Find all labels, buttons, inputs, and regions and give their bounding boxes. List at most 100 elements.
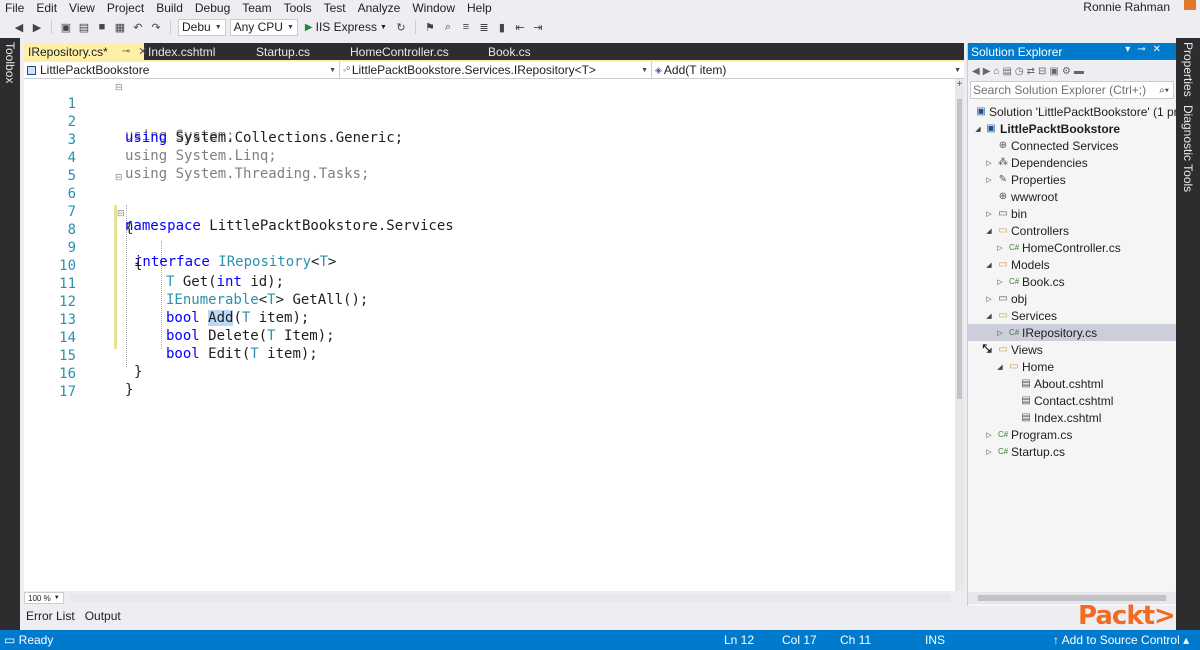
tab-output[interactable]: Output (83, 608, 123, 624)
tree-node-wwwroot[interactable]: ⊕ wwwroot (968, 188, 1176, 205)
new-project-icon[interactable]: ▣ (59, 20, 73, 34)
tab-startup[interactable]: Startup.cs (248, 43, 344, 60)
menu-tools[interactable]: Tools (278, 1, 318, 15)
pin-icon[interactable]: ⊸ (1137, 44, 1152, 55)
code-line-15[interactable]: 15 } (24, 332, 955, 380)
code-line-10[interactable]: 10 T Get(int id); (24, 242, 955, 290)
uncomment-icon[interactable]: ≣ (477, 20, 491, 34)
project-dropdown[interactable]: LittlePacktBookstore ▼ (24, 62, 340, 78)
browser-link-icon[interactable]: ⚑ (423, 20, 437, 34)
open-file-icon[interactable]: ▤ (77, 20, 91, 34)
solution-explorer-search[interactable]: Search Solution Explorer (Ctrl+;) ⌕▾ (970, 81, 1174, 99)
platform-select[interactable]: Any CPU ▼ (229, 18, 298, 36)
find-icon[interactable]: ⌕ (441, 20, 455, 34)
tree-node-solution[interactable]: ▣ Solution 'LittlePacktBookstore' (1 pr (968, 103, 1176, 120)
tree-node-controllers[interactable]: ◢ ▭ Controllers (968, 222, 1176, 239)
tree-node-bin[interactable]: ▷ ▭ bin (968, 205, 1176, 222)
tree-node-obj[interactable]: ▷ ▭ obj (968, 290, 1176, 307)
menu-test[interactable]: Test (318, 1, 352, 15)
expanded-arrow-icon[interactable]: ◢ (985, 227, 993, 235)
code-line-9[interactable]: 9 { (24, 224, 955, 272)
undo-icon[interactable]: ↶ (131, 20, 145, 34)
collapse-icon[interactable]: ⊟ (117, 209, 125, 219)
menu-team[interactable]: Team (236, 1, 277, 15)
save-icon[interactable]: ■ (95, 20, 109, 34)
code-line-8[interactable]: 8 ⊟ interface IRepository<T> (24, 206, 955, 270)
code-line-11[interactable]: 11 IEnumerable<T> GetAll(); (24, 260, 955, 308)
code-line-17[interactable]: 17 (24, 368, 955, 400)
menu-help[interactable]: Help (461, 1, 498, 15)
tree-node-project[interactable]: ◢ ▣ LittlePacktBookstore (968, 120, 1176, 137)
redo-icon[interactable]: ↷ (149, 20, 163, 34)
tree-node-index[interactable]: ▤ Index.cshtml (968, 409, 1176, 426)
toolbox-tab[interactable]: Toolbox (3, 42, 17, 83)
back-icon[interactable]: ◀ (12, 20, 26, 34)
tree-node-about[interactable]: ▤ About.cshtml (968, 375, 1176, 392)
tree-node-dependencies[interactable]: ▷ ⁂ Dependencies (968, 154, 1176, 171)
code-line-7[interactable]: 7 { (24, 188, 955, 236)
collapsed-arrow-icon[interactable]: ▷ (996, 278, 1004, 286)
expanded-arrow-icon[interactable]: ◢ (974, 125, 982, 133)
bookmark-next-icon[interactable]: ⇥ (531, 20, 545, 34)
collapse-icon[interactable]: ⊟ (115, 173, 123, 183)
expanded-arrow-icon[interactable]: ◢ (985, 312, 993, 320)
code-line-12[interactable]: 12 bool Add(T item); (24, 278, 955, 326)
menu-view[interactable]: View (63, 1, 101, 15)
collapsed-arrow-icon[interactable]: ▷ (996, 329, 1004, 337)
zoom-select[interactable]: 100 % ▼ (24, 592, 64, 604)
tree-node-properties[interactable]: ▷ ✎ Properties (968, 171, 1176, 188)
show-all-files-icon[interactable]: ▣ (1049, 66, 1058, 77)
tab-homecontroller[interactable]: HomeController.cs (344, 43, 482, 60)
collapse-icon[interactable]: ⊟ (115, 83, 123, 93)
menu-analyze[interactable]: Analyze (352, 1, 407, 15)
add-to-source-control-button[interactable]: ↑ Add to Source Control ▴ (1053, 633, 1189, 647)
user-name[interactable]: Ronnie Rahman (1083, 0, 1170, 14)
forward-icon[interactable]: ▶ (30, 20, 44, 34)
back-icon[interactable]: ◀ (972, 66, 980, 77)
start-debugging-button[interactable]: ▶ IIS Express ▼ (302, 20, 390, 34)
pin-icon[interactable]: ⊸ (122, 46, 130, 57)
tree-node-connected-services[interactable]: ⊕ Connected Services (968, 137, 1176, 154)
comment-icon[interactable]: ≡ (459, 20, 473, 34)
code-line-4[interactable]: 4 using System.Threading.Tasks; (24, 134, 955, 182)
menu-file[interactable]: File (0, 1, 30, 15)
switch-views-icon[interactable]: ▤ (1002, 66, 1011, 77)
tree-node-home[interactable]: ◢ ▭ Home (968, 358, 1176, 375)
tab-error-list[interactable]: Error List (24, 608, 77, 624)
collapsed-arrow-icon[interactable]: ▷ (985, 431, 993, 439)
tree-node-homecontroller[interactable]: ▷ C# HomeController.cs (968, 239, 1176, 256)
collapsed-arrow-icon[interactable]: ▷ (985, 210, 993, 218)
menu-build[interactable]: Build (150, 1, 189, 15)
collapsed-arrow-icon[interactable]: ▷ (985, 159, 993, 167)
expanded-arrow-icon[interactable]: ◢ (996, 363, 1004, 371)
menu-edit[interactable]: Edit (30, 1, 63, 15)
tree-node-services[interactable]: ◢ ▭ Services (968, 307, 1176, 324)
bookmark-icon[interactable]: ▮ (495, 20, 509, 34)
menu-debug[interactable]: Debug (189, 1, 236, 15)
dropdown-icon[interactable]: ▾ (1125, 44, 1137, 55)
preview-icon[interactable]: ▬ (1074, 66, 1084, 77)
tree-node-book[interactable]: ▷ C# Book.cs (968, 273, 1176, 290)
collapse-all-icon[interactable]: ⊟ (1038, 66, 1046, 77)
code-line-2[interactable]: 2 using System.Collections.Generic; (24, 98, 955, 146)
refresh-icon[interactable]: ↻ (394, 20, 408, 34)
forward-icon[interactable]: ▶ (983, 66, 991, 77)
pending-changes-icon[interactable]: ◷ (1015, 66, 1024, 77)
tree-node-contact[interactable]: ▤ Contact.cshtml (968, 392, 1176, 409)
code-line-1[interactable]: 1 ⊟ using System; (24, 80, 955, 144)
collapsed-arrow-icon[interactable]: ▷ (996, 244, 1004, 252)
tab-irepository[interactable]: IRepository.cs* ⊸ ✕ (24, 43, 147, 60)
properties-tab[interactable]: Properties (1181, 42, 1195, 97)
expanded-arrow-icon[interactable]: ◢ (985, 261, 993, 269)
configuration-select[interactable]: Debu ▼ (178, 18, 226, 36)
code-line-13[interactable]: 13 bool Delete(T Item); (24, 296, 955, 344)
tree-node-views[interactable]: ◢ ▭ Views (968, 341, 1176, 358)
member-dropdown[interactable]: ◈ Add(T item) ▼ (652, 62, 964, 78)
editor-vertical-scrollbar[interactable]: + (955, 79, 964, 591)
bookmark-prev-icon[interactable]: ⇤ (513, 20, 527, 34)
diagnostic-tools-tab[interactable]: Diagnostic Tools (1181, 105, 1195, 192)
sync-icon[interactable]: ⇄ (1027, 66, 1035, 77)
code-line-14[interactable]: 14 bool Edit(T item); (24, 314, 955, 362)
menu-project[interactable]: Project (101, 1, 150, 15)
code-editor[interactable]: 1 ⊟ using System; 2 using System.Collect… (24, 79, 955, 591)
